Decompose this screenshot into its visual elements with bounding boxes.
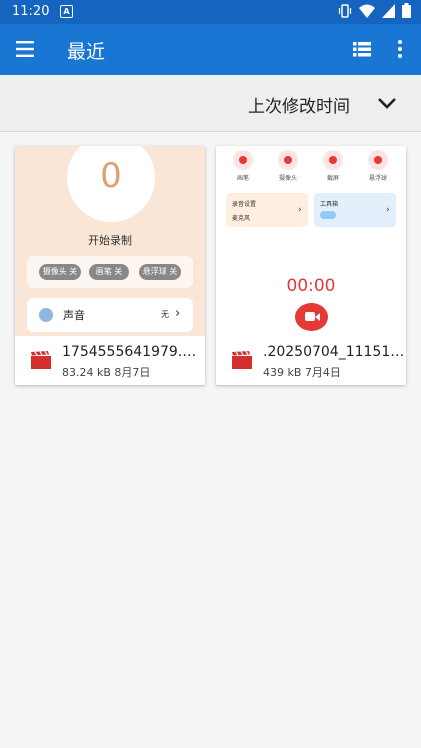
- file-meta: 439 kB 7月4日: [263, 364, 341, 380]
- app-bar: 最近: [0, 24, 421, 75]
- toolbox-box: 工具箱 ›: [314, 193, 396, 227]
- chevron-right-icon: ›: [175, 306, 181, 321]
- file-size: 83.24 kB: [62, 366, 111, 379]
- sort-label[interactable]: 上次修改时间: [248, 92, 350, 117]
- video-file-icon: [232, 351, 252, 369]
- toolbox-title: 工具箱: [320, 201, 339, 208]
- list-view-icon[interactable]: [350, 38, 374, 60]
- sound-value: 无: [161, 310, 169, 319]
- float-ball-toggle: 悬浮球 关: [139, 264, 181, 280]
- status-bar: 11:20 A: [0, 0, 421, 24]
- wifi-icon: [359, 4, 375, 18]
- page-title: 最近: [67, 41, 106, 63]
- file-name: .20250704_11151…: [263, 344, 403, 360]
- record-settings-value: 麦克风: [232, 215, 251, 222]
- vibrate-icon: [338, 3, 352, 18]
- tool-label: 悬浮球: [368, 175, 387, 182]
- brush-icon: [233, 150, 253, 170]
- start-recording-label: 开始录制: [88, 234, 132, 247]
- camera-toggle: 摄像头 关: [39, 264, 81, 280]
- toggle-icon: [320, 211, 336, 219]
- menu-icon[interactable]: [14, 38, 38, 60]
- screenshot-icon: [323, 150, 343, 170]
- tool-label: 摄像头: [278, 175, 297, 182]
- video-file-icon: [31, 351, 51, 369]
- file-meta: 83.24 kB 8月7日: [62, 364, 150, 380]
- file-card[interactable]: 0 开始录制 摄像头 关 画笔 关 悬浮球 关 声音 无 › 175455564…: [15, 146, 205, 385]
- file-thumbnail: 画笔 摄像头 截屏 悬浮球 录音设置 麦克风 › 工具箱 › 00:00: [216, 146, 406, 336]
- file-info: .20250704_11151… 439 kB 7月4日: [216, 336, 406, 385]
- file-info: 1754555641979.… 83.24 kB 8月7日: [15, 336, 205, 385]
- float-ball-icon: [368, 150, 388, 170]
- file-thumbnail: 0 开始录制 摄像头 关 画笔 关 悬浮球 关 声音 无 ›: [15, 146, 205, 336]
- record-settings-title: 录音设置: [232, 201, 257, 208]
- file-date: 8月7日: [114, 366, 151, 379]
- recording-timer: 00:00: [286, 276, 336, 296]
- camera-icon: [278, 150, 298, 170]
- sort-bar[interactable]: 上次修改时间: [0, 75, 421, 132]
- status-time: 11:20: [12, 4, 50, 19]
- sound-row: 声音 无 ›: [27, 298, 193, 332]
- tool-label: 画笔: [236, 175, 249, 182]
- record-button-icon: [295, 303, 328, 331]
- file-size: 439 kB: [263, 366, 302, 379]
- signal-icon: [382, 3, 395, 18]
- counter-value: 0: [100, 156, 122, 196]
- sound-icon: [39, 308, 53, 322]
- chevron-right-icon: ›: [298, 205, 302, 215]
- file-card[interactable]: 画笔 摄像头 截屏 悬浮球 录音设置 麦克风 › 工具箱 › 00:00 .20…: [216, 146, 406, 385]
- tool-label: 截屏: [326, 175, 339, 182]
- chevron-down-icon[interactable]: [375, 91, 399, 115]
- record-settings-box: 录音设置 麦克风 ›: [226, 193, 308, 227]
- battery-icon: [402, 3, 411, 18]
- more-options-icon[interactable]: [392, 38, 408, 60]
- file-name: 1754555641979.…: [62, 344, 197, 360]
- sound-label: 声音: [63, 309, 85, 322]
- chevron-right-icon: ›: [386, 205, 390, 215]
- file-date: 7月4日: [304, 366, 341, 379]
- brush-toggle: 画笔 关: [89, 264, 129, 280]
- sim-notification-icon: A: [60, 5, 73, 18]
